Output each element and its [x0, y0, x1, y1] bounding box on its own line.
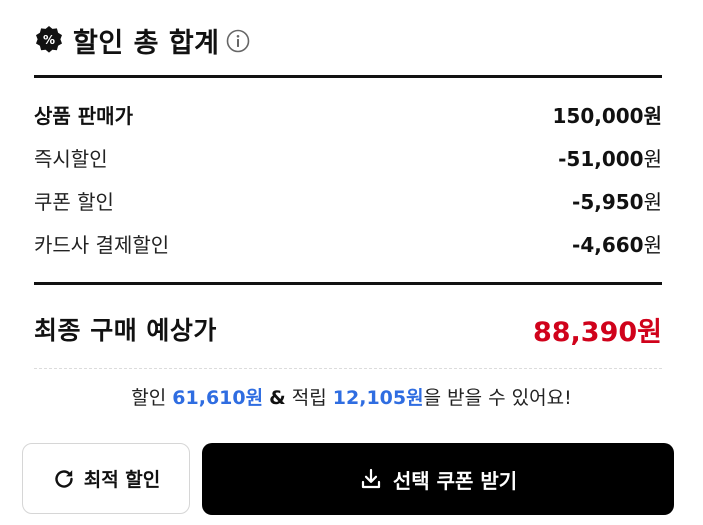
row-label: 카드사 결제할인: [34, 233, 170, 257]
row-value: 150,000원: [553, 100, 663, 129]
divider-dashed: [34, 368, 662, 369]
final-price-row: 최종 구매 예상가 88,390원: [34, 306, 662, 352]
row-amount: 150,000: [552, 104, 644, 128]
row-label: 쿠폰 할인: [34, 190, 114, 214]
row-value: -4,660원: [572, 229, 662, 258]
row-label: 즉시할인: [34, 147, 108, 171]
section-header: % 할인 총 합계: [34, 20, 250, 60]
discount-badge-icon: %: [34, 25, 64, 55]
row-value: -5,950원: [572, 186, 662, 215]
download-icon: [361, 468, 380, 489]
row-list-price: 상품 판매가 150,000원: [34, 93, 662, 136]
badge-symbol: %: [42, 33, 56, 47]
summary-discount-amount: 61,610원: [172, 387, 264, 409]
download-coupons-button[interactable]: 선택 쿠폰 받기: [202, 443, 674, 515]
row-unit: 원: [643, 104, 662, 128]
download-coupons-label: 선택 쿠폰 받기: [392, 468, 518, 493]
row-amount: -5,950: [572, 190, 644, 214]
optimal-discount-button[interactable]: 최적 할인: [22, 443, 190, 514]
summary-amp: &: [269, 387, 286, 409]
summary-points-amount: 12,105원: [332, 387, 424, 409]
row-unit: 원: [643, 147, 662, 171]
final-price-amount: 88,390원: [532, 316, 662, 348]
row-value: -51,000원: [558, 143, 662, 172]
final-price-label: 최종 구매 예상가: [34, 316, 217, 345]
divider-mid: [34, 282, 662, 285]
page-title: 할인 총 합계: [73, 27, 220, 59]
row-instant-discount: 즉시할인 -51,000원: [34, 136, 662, 179]
info-icon[interactable]: [226, 29, 250, 53]
summary-prefix: 할인: [131, 387, 167, 409]
row-unit: 원: [643, 233, 662, 257]
row-unit: 원: [643, 190, 662, 214]
savings-summary: 할인 61,610원 & 적립 12,105원을 받을 수 있어요!: [0, 383, 703, 410]
row-label: 상품 판매가: [34, 104, 133, 128]
refresh-icon: [55, 469, 73, 488]
row-amount: -4,660: [572, 233, 644, 257]
row-amount: -51,000: [558, 147, 644, 171]
summary-suffix: 을 받을 수 있어요!: [423, 387, 572, 409]
summary-points-label: 적립: [291, 387, 327, 409]
divider-top: [34, 75, 662, 78]
row-coupon-discount: 쿠폰 할인 -5,950원: [34, 179, 662, 222]
row-card-discount: 카드사 결제할인 -4,660원: [34, 222, 662, 265]
optimal-discount-label: 최적 할인: [83, 469, 161, 491]
price-breakdown: 상품 판매가 150,000원 즉시할인 -51,000원 쿠폰 할인 -5,9…: [34, 93, 662, 265]
